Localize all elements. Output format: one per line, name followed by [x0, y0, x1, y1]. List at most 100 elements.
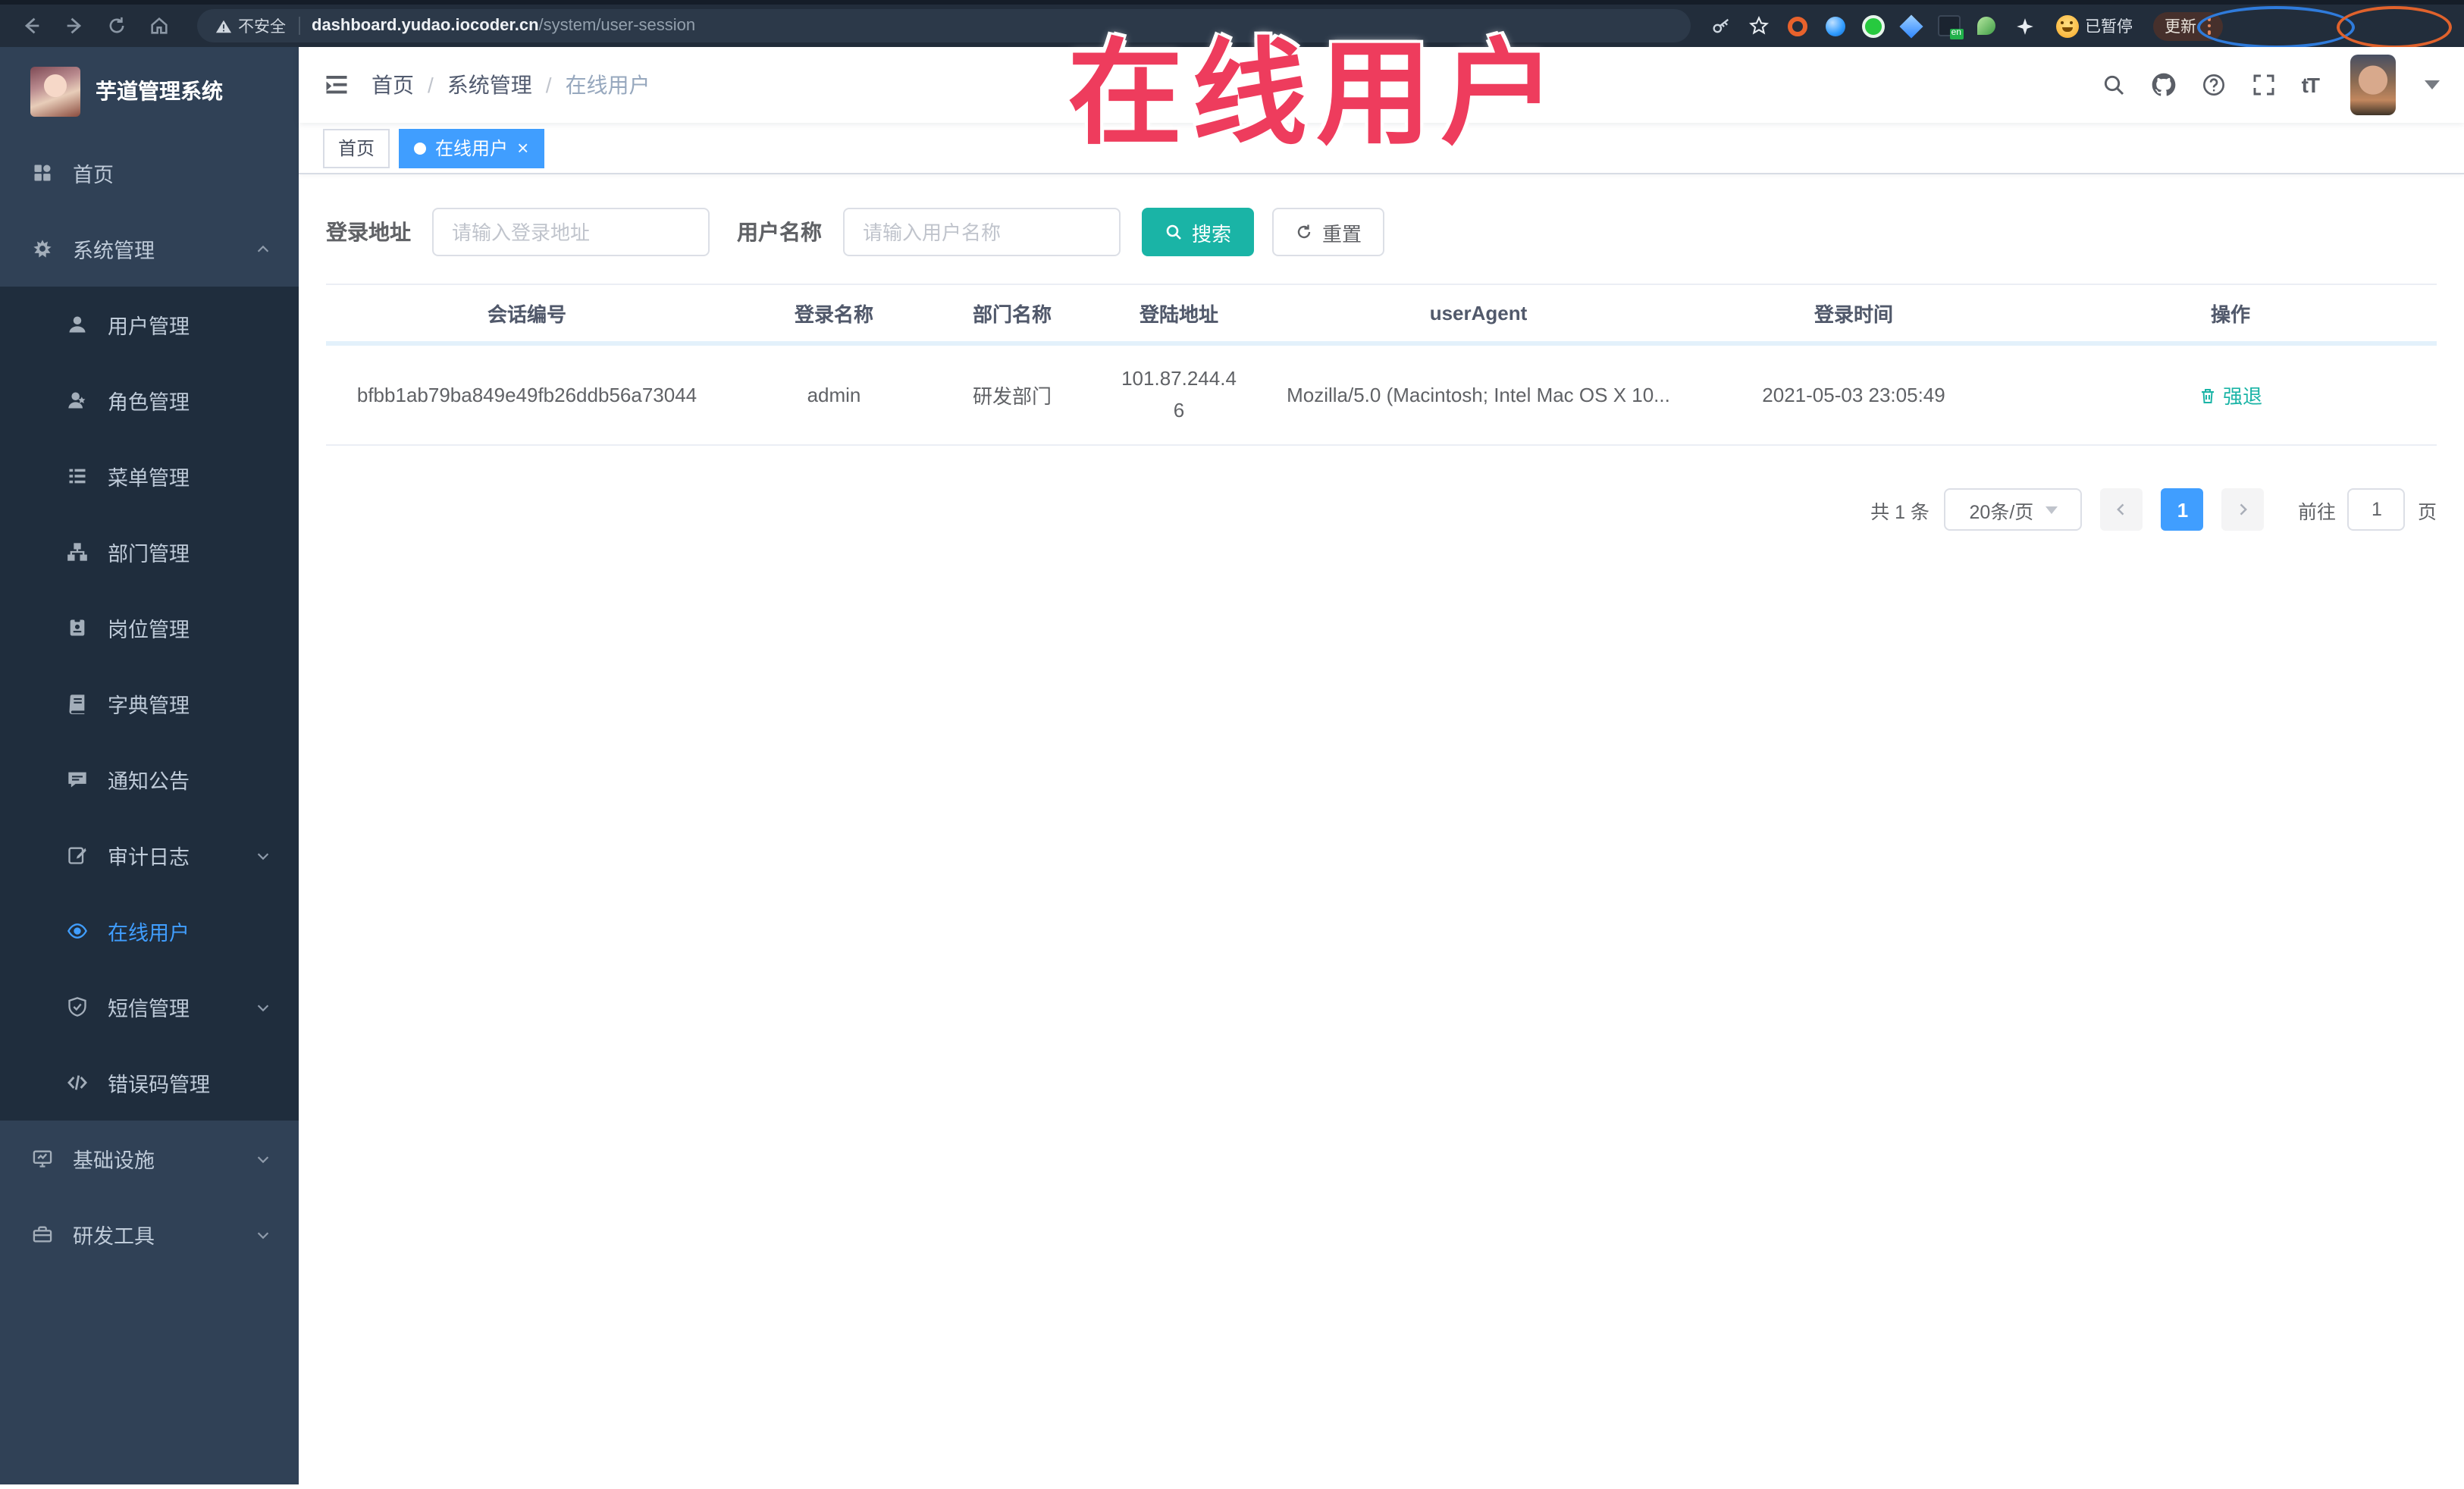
browser-forward-button[interactable] [58, 9, 91, 42]
menu-list-icon [69, 469, 86, 484]
extension-green-v-icon[interactable] [1861, 14, 1885, 38]
search-icon [1166, 224, 1181, 240]
url-path: /system/user-session [538, 17, 696, 35]
smiley-extension-icon [2056, 14, 2079, 37]
extension-orange-ring-icon[interactable] [1785, 14, 1809, 38]
en-badge: en [1949, 29, 1963, 39]
url-bar[interactable]: 不安全 dashboard.yudao.iocoder.cn/system/us… [197, 9, 1691, 42]
browser-extensions-area: en 已暂停 更新 [1709, 11, 2223, 40]
bookmark-star-icon[interactable] [1747, 14, 1771, 38]
sidebar-item-user-mgmt[interactable]: 用户管理 [0, 287, 299, 362]
sidebar-item-label: 用户管理 [108, 315, 190, 338]
message-bubble-icon [68, 772, 86, 788]
session-id-cell: bfbb1ab79ba849e49fb26ddb56a73044 [356, 384, 698, 406]
breadcrumb: 首页 / 系统管理 / 在线用户 [371, 70, 650, 100]
pagination: 共 1 条 20条/页 1 前往 页 [326, 488, 2437, 531]
sidebar-item-label: 短信管理 [108, 998, 190, 1020]
update-label: 更新 [2165, 17, 2196, 36]
toolbox-icon [33, 1226, 52, 1243]
page-size-select[interactable]: 20条/页 [1944, 488, 2083, 531]
user-agent-cell: Mozilla/5.0 (Macintosh; Intel Mac OS X 1… [1287, 384, 1670, 406]
sidebar-logo-row[interactable]: 芋道管理系统 [0, 47, 299, 135]
table-row: bfbb1ab79ba849e49fb26ddb56a73044 admin 研… [326, 346, 2437, 446]
user-avatar[interactable] [2350, 55, 2396, 115]
user-icon [69, 316, 86, 333]
browser-home-button[interactable] [143, 9, 176, 42]
url-host: dashboard.yudao.iocoder.cn [312, 17, 539, 35]
app-logo [30, 66, 80, 116]
tampermonkey-paused-badge[interactable]: 已暂停 [2050, 11, 2139, 40]
home-icon [151, 17, 168, 34]
sidebar-item-audit-log[interactable]: 审计日志 [0, 817, 299, 893]
extensions-puzzle-icon[interactable] [2012, 14, 2036, 38]
sidebar-item-dept-mgmt[interactable]: 部门管理 [0, 514, 299, 590]
sidebar-item-label: 角色管理 [108, 391, 190, 414]
breadcrumb-system[interactable]: 系统管理 [447, 70, 532, 100]
col-login-name: 登录名称 [794, 303, 873, 326]
header-search-icon[interactable] [2102, 73, 2126, 97]
sidebar-item-error-code[interactable]: 错误码管理 [0, 1045, 299, 1121]
breadcrumb-current: 在线用户 [565, 73, 650, 97]
filter-form: 登录地址 用户名称 搜索 重置 [326, 208, 2437, 256]
username-input[interactable] [843, 208, 1121, 256]
help-question-icon[interactable] [2202, 73, 2226, 97]
sidebar-item-dev-tools[interactable]: 研发工具 [0, 1196, 299, 1272]
avatar-caret-down-icon[interactable] [2425, 80, 2440, 89]
login-name-cell: admin [807, 384, 861, 406]
delete-trash-icon [2201, 388, 2214, 403]
sidebar-item-notice[interactable]: 通知公告 [0, 741, 299, 817]
sidebar-item-sms-mgmt[interactable]: 短信管理 [0, 969, 299, 1045]
sidebar-item-online-users[interactable]: 在线用户 [0, 893, 299, 969]
sidebar-item-system[interactable]: 系统管理 [0, 211, 299, 287]
next-page-button[interactable] [2221, 488, 2265, 531]
goto-page-input[interactable] [2347, 488, 2406, 531]
force-logout-button[interactable]: 强退 [2199, 381, 2262, 409]
tab-online-users[interactable]: 在线用户 × [399, 128, 544, 168]
password-key-icon[interactable] [1709, 14, 1733, 38]
sidebar-item-label: 错误码管理 [108, 1074, 210, 1096]
sidebar-item-home[interactable]: 首页 [0, 135, 299, 211]
browser-back-button[interactable] [15, 9, 49, 42]
col-user-agent: userAgent [1429, 302, 1528, 324]
gear-icon [33, 240, 52, 258]
extension-translate-icon[interactable]: en [1936, 14, 1963, 39]
page-number-1[interactable]: 1 [2161, 488, 2204, 531]
tab-home[interactable]: 首页 [323, 128, 390, 168]
sidebar-item-post-mgmt[interactable]: 岗位管理 [0, 590, 299, 666]
sidebar-item-role-mgmt[interactable]: 角色管理 [0, 362, 299, 438]
prev-page-button[interactable] [2100, 488, 2143, 531]
breadcrumb-home[interactable]: 首页 [371, 70, 414, 100]
fullscreen-icon[interactable] [2252, 73, 2276, 97]
app-header: 首页 / 系统管理 / 在线用户 tT [299, 47, 2464, 123]
reset-button[interactable]: 重置 [1272, 208, 1385, 256]
font-size-icon[interactable]: tT [2302, 73, 2320, 97]
sidebar-item-label: 首页 [73, 164, 114, 187]
sidebar-item-label: 菜单管理 [108, 467, 190, 490]
browser-menu-kebab-icon[interactable] [2207, 17, 2211, 35]
extension-blue-drop-icon[interactable] [1823, 14, 1847, 38]
security-warning[interactable]: 不安全 [215, 14, 286, 37]
chevron-down-icon [257, 1004, 269, 1011]
login-time-cell: 2021-05-03 23:05:49 [1762, 384, 1945, 406]
app-title: 芋道管理系统 [96, 79, 223, 103]
browser-reload-button[interactable] [100, 9, 133, 42]
sidebar-item-infrastructure[interactable]: 基础设施 [0, 1121, 299, 1196]
extension-blue-gem-icon[interactable] [1898, 14, 1923, 38]
github-icon[interactable] [2152, 73, 2176, 97]
page-unit-label: 页 [2417, 501, 2437, 522]
sidebar-item-menu-mgmt[interactable]: 菜单管理 [0, 438, 299, 514]
chrome-update-button[interactable]: 更新 [2152, 11, 2223, 40]
login-address-input[interactable] [432, 208, 710, 256]
sidebar-collapse-icon[interactable] [323, 71, 350, 99]
dept-name-cell: 研发部门 [972, 385, 1052, 408]
role-icon [68, 392, 86, 409]
sidebar-item-dict-mgmt[interactable]: 字典管理 [0, 666, 299, 741]
sessions-table: 会话编号 登录名称 部门名称 登陆地址 userAgent 登录时间 操作 bf… [326, 284, 2437, 446]
sidebar-item-label: 通知公告 [108, 770, 190, 793]
extension-leaf-icon[interactable] [1974, 14, 1998, 38]
tab-close-icon[interactable]: × [517, 138, 528, 158]
search-button[interactable]: 搜索 [1142, 208, 1255, 256]
col-session-id: 会话编号 [487, 303, 566, 326]
sidebar-item-label: 岗位管理 [108, 619, 190, 641]
table-header-row: 会话编号 登录名称 部门名称 登陆地址 userAgent 登录时间 操作 [326, 285, 2437, 346]
